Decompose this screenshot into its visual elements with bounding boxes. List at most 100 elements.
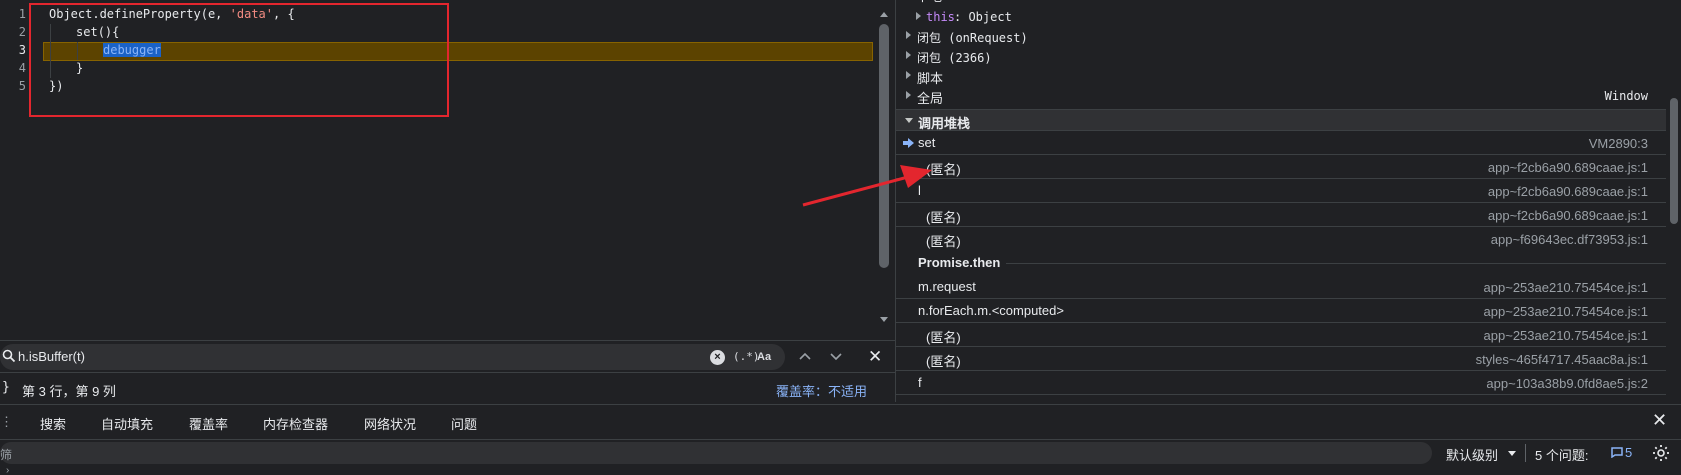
frame-location[interactable]: app~f69643ec.df73953.js:1 [1491, 232, 1648, 247]
tab-autofill[interactable]: 自动填充 [101, 414, 153, 433]
scroll-up-icon[interactable] [879, 10, 889, 18]
console-output-area[interactable]: › [0, 465, 1681, 475]
issues-label[interactable]: 5 个问题: [1535, 445, 1588, 464]
line-number[interactable]: 1 [0, 5, 26, 23]
line-number[interactable]: 4 [0, 59, 26, 77]
editor-status-bar: } 第 3 行，第 9 列 覆盖率：不适用 [0, 372, 895, 402]
script-label: 脚本 [917, 71, 944, 86]
call-frame-row[interactable]: (匿名) app~253ae210.75454ce.js:1 [896, 323, 1666, 347]
clear-search-icon[interactable]: × [710, 350, 725, 365]
separator-line [918, 263, 1666, 264]
call-frame-row[interactable]: f app~103a38b9.0fd8ae5.js:2 [896, 371, 1666, 395]
call-frame-row[interactable]: (匿名) styles~465f4717.45aac8a.js:1 [896, 347, 1666, 371]
cursor-position: 第 3 行，第 9 列 [22, 384, 116, 399]
scope-script-row[interactable]: 脚本 [896, 66, 1666, 86]
search-bar: h.isBuffer(t) × (.*) Aa ✕ [0, 340, 895, 372]
closure-label: 闭包 (2366) [917, 51, 992, 65]
frame-name: f [918, 375, 922, 390]
search-icon [2, 349, 16, 363]
frame-name: (匿名) [926, 330, 961, 345]
frame-name: (匿名) [926, 354, 961, 369]
frame-location[interactable]: app~f2cb6a90.689caae.js:1 [1488, 208, 1648, 223]
frame-name: set [918, 135, 936, 150]
scope-local-row[interactable]: 本地 [896, 0, 1666, 4]
frame-location[interactable]: styles~465f4717.45aac8a.js:1 [1476, 352, 1648, 367]
frame-location[interactable]: app~103a38b9.0fd8ae5.js:2 [1486, 376, 1648, 391]
frame-location[interactable]: app~253ae210.75454ce.js:1 [1484, 304, 1648, 319]
close-search-icon[interactable]: ✕ [868, 348, 882, 365]
tab-network-conditions[interactable]: 网络状况 [364, 414, 416, 433]
this-value: : Object [954, 10, 1012, 24]
current-frame-arrow-icon [903, 138, 914, 148]
frame-name: (匿名) [926, 234, 961, 249]
annotation-arrow-icon [802, 165, 932, 207]
tab-issues[interactable]: 问题 [451, 414, 477, 433]
call-frame-row[interactable]: (匿名) app~f69643ec.df73953.js:1 [896, 227, 1666, 251]
frame-location[interactable]: app~f2cb6a90.689caae.js:1 [1488, 160, 1648, 175]
drawer-menu-icon[interactable]: ⋮ [0, 414, 13, 430]
call-stack-title: 调用堆栈 [918, 116, 971, 131]
async-label: Promise.then [918, 255, 1007, 270]
scope-this-row[interactable]: this : Object [896, 7, 1666, 27]
close-drawer-icon[interactable]: ✕ [1652, 410, 1667, 431]
call-frame-row[interactable]: set VM2890:3 [896, 131, 1666, 155]
pretty-print-icon[interactable]: } [2, 380, 10, 395]
search-query[interactable]: h.isBuffer(t) [18, 349, 85, 364]
call-frame-row[interactable]: l app~f2cb6a90.689caae.js:1 [896, 179, 1666, 203]
this-key: this [926, 10, 955, 24]
gear-icon[interactable] [1652, 444, 1670, 462]
console-toolbar: 筛 默认级别 5 个问题: 5 [0, 440, 1681, 468]
previous-match-icon[interactable] [798, 349, 812, 363]
sidebar-scrollbar-thumb[interactable] [1670, 98, 1678, 224]
debugger-sidebar: 本地 this : Object 闭包 (onRequest) 闭包 (2366… [895, 0, 1681, 402]
expand-arrow-icon[interactable] [906, 71, 911, 79]
console-prompt-icon: › [6, 465, 10, 475]
issues-count-badge[interactable]: 5 [1625, 445, 1632, 460]
scope-global-row[interactable]: 全局 Window [896, 86, 1666, 106]
source-editor[interactable]: 1 2 3 4 5 Object.defineProperty(e, 'data… [0, 0, 880, 340]
coverage-link[interactable]: 覆盖率：不适用 [776, 381, 867, 400]
scope-closure-row[interactable]: 闭包 (onRequest) [896, 26, 1666, 46]
next-match-icon[interactable] [829, 349, 843, 363]
expand-arrow-icon[interactable] [916, 12, 921, 20]
tab-memory-inspector[interactable]: 内存检查器 [263, 414, 328, 433]
frame-location[interactable]: app~f2cb6a90.689caae.js:1 [1488, 184, 1648, 199]
expand-arrow-icon[interactable] [906, 31, 911, 39]
match-case-button[interactable]: Aa [757, 351, 771, 363]
global-label: 全局 [917, 91, 944, 106]
log-level-select[interactable]: 默认级别 [1446, 445, 1498, 464]
line-number[interactable]: 3 [0, 41, 26, 59]
call-frame-row[interactable]: n.forEach.m.<computed> app~253ae210.7545… [896, 299, 1666, 323]
tab-coverage[interactable]: 覆盖率 [189, 414, 228, 433]
search-input[interactable]: h.isBuffer(t) × (.*) Aa [0, 344, 785, 370]
chevron-down-icon[interactable] [1508, 451, 1516, 456]
console-filter-input[interactable]: 筛 [0, 442, 1432, 464]
frame-location[interactable]: app~253ae210.75454ce.js:1 [1484, 328, 1648, 343]
scope-closure-row[interactable]: 闭包 (2366) [896, 46, 1666, 66]
message-icon [1611, 447, 1623, 458]
async-separator: Promise.then [896, 251, 1666, 275]
scrollbar-thumb[interactable] [879, 24, 889, 268]
frame-location[interactable]: VM2890:3 [1589, 136, 1648, 151]
toolbar-divider [1525, 444, 1526, 462]
regex-toggle-button[interactable]: (.*) [733, 350, 760, 363]
tab-search[interactable]: 搜索 [40, 414, 66, 433]
collapse-arrow-icon[interactable] [905, 118, 913, 123]
line-number[interactable]: 5 [0, 77, 26, 95]
annotation-red-box [29, 3, 449, 117]
line-number[interactable]: 2 [0, 23, 26, 41]
drawer-tab-bar: ⋮ 搜索 自动填充 覆盖率 内存检查器 网络状况 问题 ✕ [0, 404, 1681, 440]
scroll-down-icon[interactable] [879, 316, 889, 324]
frame-location[interactable]: app~253ae210.75454ce.js:1 [1484, 280, 1648, 295]
call-stack-header[interactable]: 调用堆栈 [896, 109, 1666, 131]
call-frame-row[interactable]: (匿名) app~f2cb6a90.689caae.js:1 [896, 155, 1666, 179]
expand-arrow-icon[interactable] [906, 51, 911, 59]
frame-name: m.request [918, 279, 976, 294]
expand-arrow-icon[interactable] [906, 91, 911, 99]
closure-label: 闭包 (onRequest) [917, 31, 1028, 45]
frame-name: n.forEach.m.<computed> [918, 303, 1064, 318]
call-frame-row[interactable]: (匿名) app~f2cb6a90.689caae.js:1 [896, 203, 1666, 227]
call-frame-row[interactable]: m.request app~253ae210.75454ce.js:1 [896, 275, 1666, 299]
scope-local-label: 本地 [916, 0, 942, 4]
filter-placeholder: 筛 [0, 448, 13, 462]
